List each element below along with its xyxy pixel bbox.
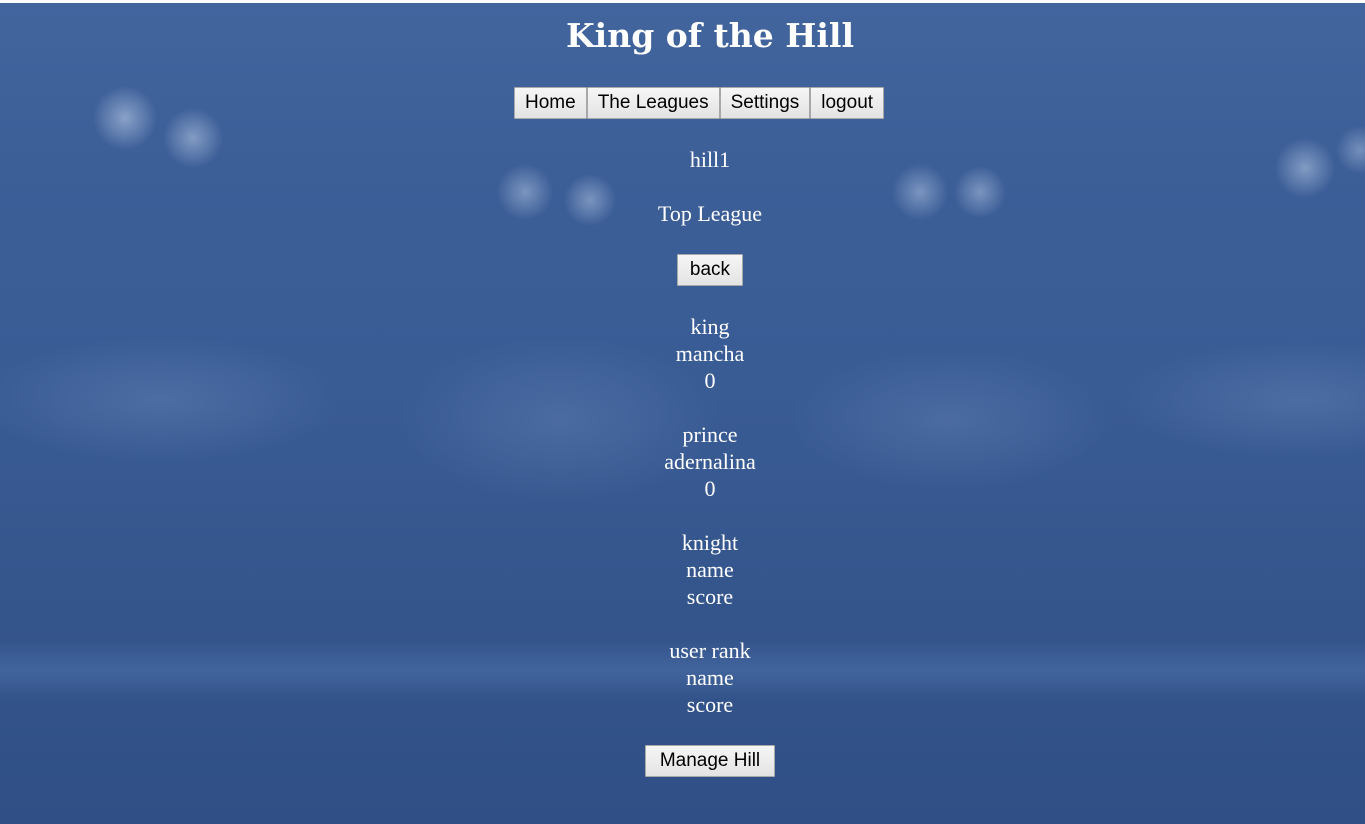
manage-hill-button[interactable]: Manage Hill	[645, 745, 775, 777]
hill-name: hill1	[689, 147, 731, 172]
main-nav: Home The Leagues Settings logout	[514, 87, 885, 119]
knight-player-name: name	[686, 557, 734, 582]
user-rank-label: user rank	[669, 638, 751, 663]
prince-score: 0	[704, 476, 716, 501]
knight-rank-label: knight	[681, 530, 739, 555]
king-player-name: mancha	[675, 341, 745, 366]
nav-settings-button[interactable]: Settings	[719, 87, 811, 119]
knight-score: score	[686, 584, 734, 609]
user-player-name: name	[686, 665, 734, 690]
league-name: Top League	[657, 201, 763, 226]
king-score: 0	[704, 368, 716, 393]
nav-home-button[interactable]: Home	[514, 87, 587, 119]
back-button[interactable]: back	[677, 254, 743, 286]
nav-leagues-button[interactable]: The Leagues	[586, 87, 720, 119]
king-rank-label: king	[690, 314, 730, 339]
prince-rank-label: prince	[682, 422, 738, 447]
nav-logout-button[interactable]: logout	[810, 87, 885, 119]
page-title: King of the Hill	[566, 16, 854, 55]
prince-player-name: adernalina	[664, 449, 756, 474]
user-score: score	[686, 692, 734, 717]
